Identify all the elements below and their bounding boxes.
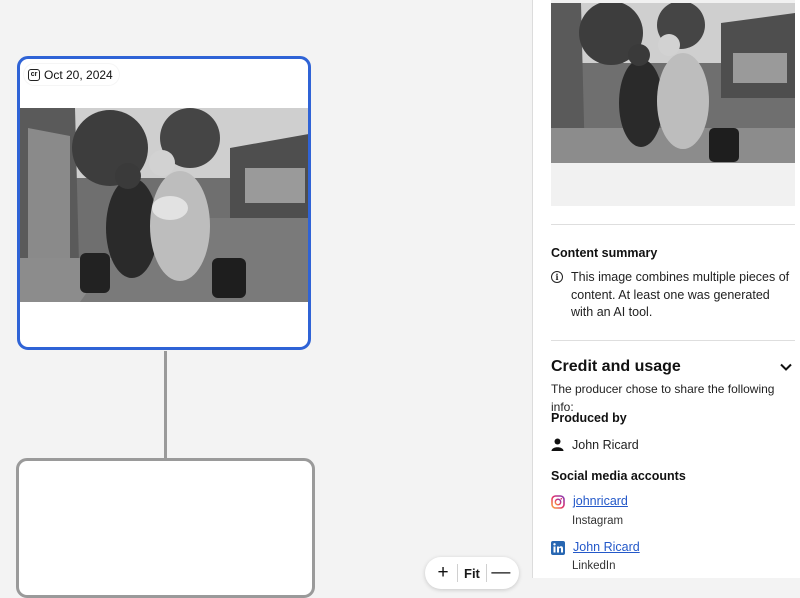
instagram-icon (551, 495, 565, 509)
instagram-platform-label: Instagram (572, 515, 624, 527)
produced-by-heading: Produced by (551, 411, 627, 425)
social-account-linkedin: John Ricard (551, 540, 640, 555)
details-panel: Content summary i This image combines mu… (532, 0, 800, 578)
ingredient-node[interactable] (16, 458, 315, 598)
person-icon (551, 438, 564, 451)
info-icon: i (551, 271, 563, 283)
date-badge: cr Oct 20, 2024 (24, 64, 119, 85)
producer-row: John Ricard (551, 437, 639, 455)
zoom-fit-button[interactable]: Fit (458, 559, 486, 587)
linkedin-icon (551, 541, 565, 555)
chevron-down-icon[interactable] (778, 359, 794, 375)
content-summary-heading: Content summary (551, 246, 658, 260)
node-thumbnail (20, 108, 308, 302)
linkedin-platform-label: LinkedIn (572, 560, 616, 572)
social-accounts-heading: Social media accounts (551, 469, 686, 483)
producer-name: John Ricard (572, 438, 639, 452)
content-summary-row: i This image combines multiple pieces of… (551, 269, 791, 322)
section-divider (551, 340, 795, 341)
instagram-link[interactable]: johnricard (573, 494, 628, 508)
node-connector (164, 351, 167, 459)
linkedin-link[interactable]: John Ricard (573, 540, 640, 554)
zoom-controls: + Fit — (425, 557, 519, 589)
content-credentials-icon: cr (28, 68, 40, 81)
content-summary-text: This image combines multiple pieces of c… (571, 270, 790, 319)
selected-image-node[interactable]: cr Oct 20, 2024 (17, 56, 311, 350)
credit-usage-heading: Credit and usage (551, 358, 681, 375)
provenance-canvas: cr Oct 20, 2024 + Fit — (0, 0, 532, 598)
zoom-out-button[interactable]: — (487, 559, 515, 587)
panel-preview (551, 0, 795, 206)
zoom-in-button[interactable]: + (429, 559, 457, 587)
node-date: Oct 20, 2024 (44, 67, 113, 82)
section-divider (551, 224, 795, 225)
preview-image (551, 3, 795, 163)
social-account-instagram: johnricard (551, 494, 628, 509)
